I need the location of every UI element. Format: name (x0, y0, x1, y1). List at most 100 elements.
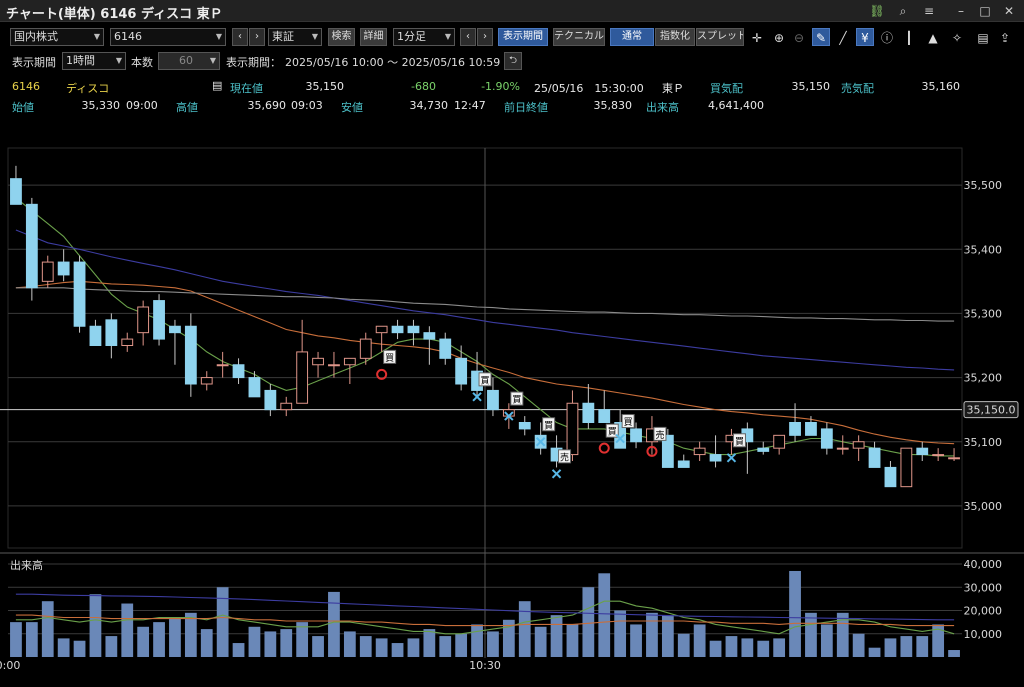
next-interval-button[interactable]: › (477, 28, 493, 46)
volume-bar (614, 610, 627, 657)
volume-bar (328, 591, 340, 657)
chevron-down-icon: ▼ (444, 32, 451, 41)
area-icon[interactable]: ▲ (924, 28, 942, 46)
candle-body (900, 447, 913, 488)
low-value: 34,730 (409, 99, 449, 112)
range-value: 2025/05/16 10:00 ～ 2025/05/16 10:59 (285, 56, 501, 69)
volume-bar (646, 612, 658, 657)
exchange-select[interactable]: 東証 ▼ (268, 28, 322, 46)
crosshair-icon[interactable]: ✛ (748, 28, 766, 46)
candle-body (805, 422, 817, 436)
low-label: 安値 (341, 101, 363, 114)
display-period-button[interactable]: 表示期間 (498, 28, 548, 46)
detail-button[interactable]: 詳細 (360, 28, 387, 46)
price-tick-label: 35,200 (964, 372, 1003, 385)
volume-bar (550, 615, 563, 657)
volume-bar (216, 587, 229, 657)
candle-body (598, 409, 611, 423)
candle-body (836, 447, 849, 450)
volume-bar (41, 601, 54, 657)
link-icon[interactable]: ⛓ (866, 1, 888, 21)
candle-body (280, 402, 293, 411)
candle-body (184, 325, 197, 385)
candle-body (25, 203, 38, 289)
candle-body (518, 422, 531, 430)
menu-icon[interactable]: ≡ (918, 1, 940, 21)
signal-label: 買 (608, 427, 617, 438)
change-value: -680 (411, 80, 436, 93)
price-tick-label: 35,100 (964, 436, 1003, 449)
volume-bar (439, 636, 452, 657)
period-select-value: 1時間 (66, 54, 95, 67)
count-input[interactable]: 60 ▼ (158, 52, 220, 70)
volume-value: 4,641,400 (708, 99, 764, 112)
high-time: 09:03 (291, 99, 323, 112)
candle-body (820, 428, 833, 449)
wrench-icon[interactable]: ✧ (948, 28, 966, 46)
next-code-button[interactable]: › (249, 28, 265, 46)
technical-button[interactable]: テクニカル (553, 28, 605, 46)
interval-select[interactable]: 1分足 ▼ (393, 28, 455, 46)
candle-body (455, 357, 468, 385)
candle-body (582, 402, 595, 423)
signal-label: 買 (481, 375, 490, 386)
volume-bar (312, 636, 324, 657)
maximize-icon[interactable]: □ (974, 1, 996, 21)
chevron-down-icon: ▼ (115, 56, 122, 65)
info-icon[interactable]: ⓘ (878, 28, 896, 46)
zoom-out-icon[interactable]: ⊖ (790, 28, 808, 46)
reset-period-button[interactable]: ⮌ (504, 52, 522, 70)
candle-body (439, 338, 452, 359)
code-input[interactable]: 6146 ▼ (110, 28, 226, 46)
prev-code-button[interactable]: ‹ (232, 28, 248, 46)
candle-icon[interactable]: ┃ (900, 28, 918, 46)
chevron-down-icon: ▼ (311, 32, 318, 41)
volume-bar (693, 624, 706, 657)
chart-canvas[interactable]: 35,000 35,100 35,200 35,300 35,400 35,500 10,0… (0, 118, 1024, 687)
volume-bar (518, 601, 531, 657)
volume-tick-label: 40,000 (964, 558, 1003, 571)
candle-body (487, 389, 499, 411)
candle-body (423, 332, 436, 340)
yen-icon[interactable]: ¥ (856, 28, 874, 46)
period-select[interactable]: 1時間 ▼ (62, 52, 126, 70)
volume-bar (105, 636, 118, 657)
high-label: 高値 (176, 101, 198, 114)
code-input-value: 6146 (114, 30, 142, 43)
normal-button[interactable]: 通常 (610, 28, 654, 46)
search-button[interactable]: 検索 (328, 28, 355, 46)
print-icon[interactable]: ▤ (974, 28, 992, 46)
candle-body (57, 261, 70, 276)
line-icon[interactable]: ╱ (834, 28, 852, 46)
volume-bar (359, 636, 372, 657)
spread-button[interactable]: スプレッド (696, 28, 744, 46)
candle-body (868, 447, 881, 468)
volume-bar (10, 622, 22, 657)
volume-bar (471, 624, 483, 657)
chevron-down-icon: ▼ (209, 56, 216, 65)
volume-bar (184, 612, 197, 657)
minimize-icon[interactable]: – (950, 1, 972, 21)
chart-area[interactable]: 35,000 35,100 35,200 35,300 35,400 35,500 10,0… (0, 118, 1024, 687)
current-price-label: 35,150.0 (967, 404, 1016, 417)
market-select[interactable]: 国内株式 ▼ (10, 28, 104, 46)
candle-body (391, 325, 404, 334)
chevron-down-icon: ▼ (215, 32, 222, 41)
index-button[interactable]: 指数化 (655, 28, 695, 46)
title-bar: チャート(単体) 6146 ディスコ 東Ｐ ⛓ ⌕ ≡ – □ ✕ (0, 0, 1024, 22)
price-tick-label: 35,300 (964, 307, 1003, 320)
volume-bar (677, 633, 690, 657)
zoom-in-icon[interactable]: ⊕ (770, 28, 788, 46)
quote-board: 6146 ディスコ ▤ 現在値 35,150 -680 -1.90% 25/05… (0, 76, 1024, 116)
memo-icon[interactable]: ▤ (212, 79, 222, 92)
search-icon[interactable]: ⌕ (892, 1, 914, 21)
pen-icon[interactable]: ✎ (812, 28, 830, 46)
volume-bar (852, 633, 865, 657)
candle-body (852, 441, 865, 449)
quote-market: 東Ｐ (662, 82, 684, 95)
close-icon[interactable]: ✕ (998, 1, 1020, 21)
market-select-value: 国内株式 (14, 30, 58, 43)
prev-interval-button[interactable]: ‹ (460, 28, 476, 46)
volume-bar (741, 638, 754, 657)
export-icon[interactable]: ⇪ (996, 28, 1014, 46)
